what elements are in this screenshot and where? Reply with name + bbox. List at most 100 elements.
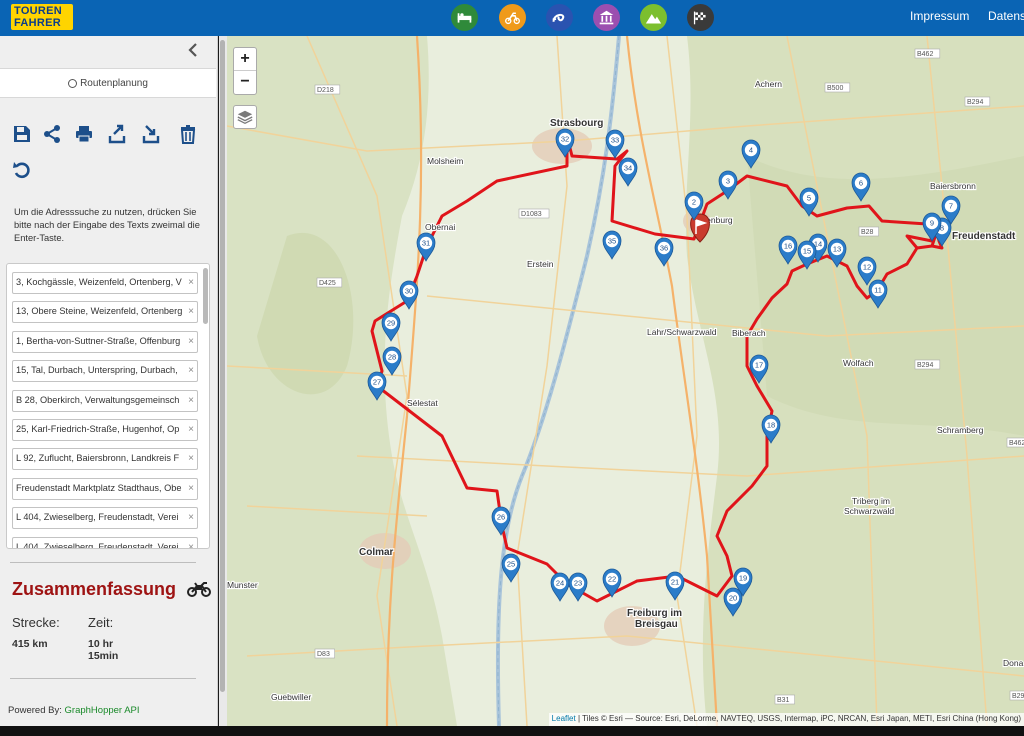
road-label: D1083 xyxy=(518,208,550,219)
remove-waypoint-icon[interactable]: × xyxy=(188,424,194,435)
save-route-button[interactable] xyxy=(10,122,34,146)
mountain-icon[interactable] xyxy=(640,4,667,31)
museum-icon[interactable] xyxy=(593,4,620,31)
waypoint-list[interactable]: 3, Kochgässle, Weizenfeld, Ortenberg, V ×… xyxy=(6,263,210,549)
sidebar-scrollbar-thumb[interactable] xyxy=(220,40,225,692)
waypoint-address: 13, Obere Steine, Weizenfeld, Ortenberg xyxy=(16,306,183,317)
waypoint-input[interactable]: 13, Obere Steine, Weizenfeld, Ortenberg × xyxy=(12,301,198,324)
waypoint-number: 22 xyxy=(608,575,616,584)
waypoint-input[interactable]: L 404, Zwieselberg, Freudenstadt, Verei × xyxy=(12,507,198,530)
waypoint-input[interactable]: 25, Karl-Friedrich-Straße, Hugenhof, Op × xyxy=(12,419,198,441)
summary-title: Zusammenfassung xyxy=(12,579,177,599)
road-label: B31 xyxy=(774,694,795,705)
waypoint-number: 28 xyxy=(388,353,396,362)
hotel-icon[interactable] xyxy=(451,4,478,31)
map-view[interactable]: B462 B500 B294 D218 D1083 D425 B28 B294 B462 B294… xyxy=(227,36,1024,726)
waypoint-input[interactable]: 3, Kochgässle, Weizenfeld, Ortenberg, V × xyxy=(12,272,198,294)
export-route-button[interactable] xyxy=(105,122,129,146)
graphhopper-link[interactable]: GraphHopper API xyxy=(65,705,140,716)
remove-waypoint-icon[interactable]: × xyxy=(188,365,194,376)
trash-icon xyxy=(180,125,196,144)
waypoint-number: 4 xyxy=(749,146,753,155)
share-route-button[interactable] xyxy=(40,122,64,146)
waypoint-input[interactable]: 1, Bertha-von-Suttner-Straße, Offenburg × xyxy=(12,330,198,353)
delete-route-button[interactable] xyxy=(176,122,200,146)
svg-text:B294: B294 xyxy=(1012,693,1024,700)
finish-flag-icon[interactable] xyxy=(687,4,714,31)
divider xyxy=(10,678,196,679)
road-label: B294 xyxy=(1009,690,1024,701)
import-icon xyxy=(142,125,160,144)
nav-impressum[interactable]: Impressum xyxy=(910,9,969,23)
waypoint-input[interactable]: L 92, Zuflucht, Baiersbronn, Landkreis F… xyxy=(12,448,198,471)
sidebar-scrollbar[interactable] xyxy=(219,36,227,726)
print-route-button[interactable] xyxy=(72,122,96,146)
zoom-in-button[interactable]: + xyxy=(234,48,256,71)
waypoint-input[interactable]: L 404, Zwieselberg, Freudenstadt, Verei × xyxy=(12,536,198,549)
place-label: Biberach xyxy=(732,328,766,338)
waypoint-number: 30 xyxy=(405,287,413,296)
undo-button[interactable] xyxy=(10,158,34,182)
remove-waypoint-icon[interactable]: × xyxy=(188,277,194,288)
waypoint-input[interactable]: 15, Tal, Durbach, Unterspring, Durbach, × xyxy=(12,360,198,383)
top-bar: TOUREN FAHRER Impressum Datensc xyxy=(0,0,1024,36)
undo-icon xyxy=(13,162,30,179)
remove-waypoint-icon[interactable]: × xyxy=(188,395,194,406)
distance-label: Strecke: xyxy=(12,615,60,630)
layers-button[interactable] xyxy=(233,105,257,129)
collapse-sidebar-button[interactable] xyxy=(185,42,201,60)
remove-waypoint-icon[interactable]: × xyxy=(188,483,194,494)
import-route-button[interactable] xyxy=(139,122,163,146)
waypoint-input[interactable]: B 28, Oberkirch, Verwaltungsgemeinsch × xyxy=(12,389,198,412)
place-label: Strasbourg xyxy=(550,118,603,129)
motorbike-icon[interactable] xyxy=(499,4,526,31)
map-canvas[interactable]: B462 B500 B294 D218 D1083 D425 B28 B294 B462 B294… xyxy=(227,36,1024,726)
zoom-control: + − xyxy=(233,47,257,95)
waypoint-number: 18 xyxy=(767,421,775,430)
remove-waypoint-icon[interactable]: × xyxy=(188,512,194,523)
svg-text:B500: B500 xyxy=(827,85,843,92)
waypoint-input[interactable]: Freudenstadt Marktplatz Stadthaus, Obe × xyxy=(12,477,198,500)
zoom-out-button[interactable]: − xyxy=(234,71,256,94)
remove-waypoint-icon[interactable]: × xyxy=(188,453,194,464)
svg-text:B294: B294 xyxy=(917,362,933,369)
waypoint-number: 23 xyxy=(574,579,582,588)
road-label: B294 xyxy=(914,359,941,370)
distance-value: 415 km xyxy=(12,638,48,650)
road-label: D218 xyxy=(314,84,341,95)
leaflet-link[interactable]: Leaflet xyxy=(552,714,576,723)
waypoint-address: 15, Tal, Durbach, Unterspring, Durbach, xyxy=(16,365,178,376)
waypoint-number: 2 xyxy=(692,198,696,207)
remove-waypoint-icon[interactable]: × xyxy=(188,336,194,347)
curve-icon[interactable] xyxy=(546,4,573,31)
waypoint-number: 11 xyxy=(874,286,882,295)
motorbike-icon xyxy=(187,582,211,597)
tab-routenplanung[interactable]: Routenplanung xyxy=(0,68,216,98)
tourenfahrer-logo[interactable]: TOUREN FAHRER xyxy=(11,4,73,30)
waypoint-number: 27 xyxy=(373,378,381,387)
place-label: Freiburg im Breisgau xyxy=(627,608,682,630)
waypoint-number: 7 xyxy=(949,202,953,211)
waypoint-address: L 404, Zwieselberg, Freudenstadt, Verei xyxy=(16,512,179,523)
remove-waypoint-icon[interactable]: × xyxy=(188,542,194,548)
waypoint-number: 3 xyxy=(726,177,730,186)
place-label: Baiersbronn xyxy=(930,181,976,191)
tab-routenplanung-label: Routenplanung xyxy=(80,77,148,89)
remove-waypoint-icon[interactable]: × xyxy=(188,306,194,317)
attribution-text: | Tiles © Esri — Source: Esri, DeLorme, … xyxy=(577,714,1021,723)
waypoint-number: 33 xyxy=(611,136,619,145)
waypoint-number: 17 xyxy=(755,361,763,370)
place-label: Freudenstadt xyxy=(952,231,1016,242)
road-label: B28 xyxy=(858,226,879,237)
waypoint-number: 32 xyxy=(561,135,569,144)
waypoint-number: 19 xyxy=(739,574,747,583)
road-label: D425 xyxy=(316,277,343,288)
waypoint-list-scrollbar[interactable] xyxy=(203,268,208,324)
nav-datenschutz[interactable]: Datensc xyxy=(988,9,1024,23)
place-label: Erstein xyxy=(527,259,554,269)
waypoint-address: L 404, Zwieselberg, Freudenstadt, Verei xyxy=(16,541,179,549)
waypoint-number: 16 xyxy=(784,242,792,251)
waypoint-address: 25, Karl-Friedrich-Straße, Hugenhof, Op xyxy=(16,424,180,434)
waypoint-number: 13 xyxy=(833,245,841,254)
place-label: Triberg im Schwarzwald xyxy=(844,496,894,516)
